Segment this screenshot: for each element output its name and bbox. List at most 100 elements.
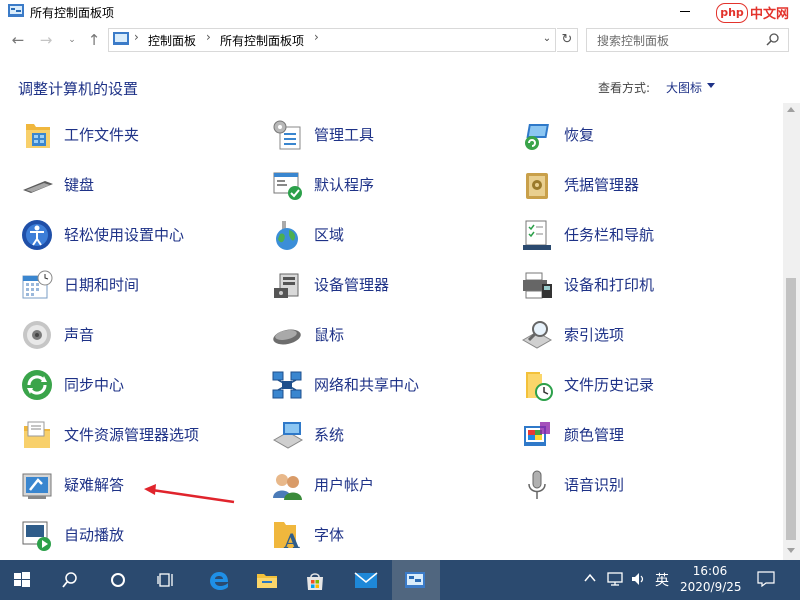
control-panel-item[interactable]: 设备管理器 xyxy=(270,266,510,306)
default-programs-icon xyxy=(273,172,302,200)
system-icon xyxy=(272,422,304,449)
network-sharing-icon xyxy=(272,371,302,399)
date-time-icon xyxy=(22,270,53,299)
forward-button[interactable]: → xyxy=(36,30,56,50)
control-panel-item-label: 任务栏和导航 xyxy=(564,226,655,244)
control-panel-item-label: 语音识别 xyxy=(564,476,625,494)
mouse-icon xyxy=(273,329,301,345)
search-taskbar-button[interactable] xyxy=(48,560,96,600)
control-panel-item[interactable]: 索引选项 xyxy=(520,316,760,356)
control-panel-item-label: 管理工具 xyxy=(314,126,375,144)
store-icon xyxy=(307,573,323,590)
sound-icon xyxy=(23,321,51,349)
control-panel-item-label: 自动播放 xyxy=(64,526,125,544)
network-icon xyxy=(607,572,623,586)
start-button[interactable] xyxy=(0,560,48,600)
control-panel-icon xyxy=(8,4,24,17)
credential-manager-icon xyxy=(526,173,548,199)
breadcrumb-separator[interactable]: › xyxy=(134,30,139,44)
store-button[interactable] xyxy=(292,560,340,600)
control-panel-item[interactable]: 工作文件夹 xyxy=(20,116,260,156)
control-panel-item[interactable]: 默认程序 xyxy=(270,166,510,206)
ease-of-access-icon xyxy=(22,220,52,250)
ime-indicator[interactable]: 英 xyxy=(655,570,669,590)
cortana-button[interactable] xyxy=(96,560,144,600)
address-dropdown-icon[interactable]: ⌄ xyxy=(540,28,554,50)
scroll-up-icon[interactable] xyxy=(787,107,795,112)
control-panel-item[interactable]: 系统 xyxy=(270,416,510,456)
control-panel-item[interactable]: 任务栏和导航 xyxy=(520,216,760,256)
notification-icon[interactable] xyxy=(757,571,775,587)
control-panel-item[interactable]: 日期和时间 xyxy=(20,266,260,306)
refresh-button[interactable]: ↻ xyxy=(557,28,578,52)
control-panel-item[interactable]: 管理工具 xyxy=(270,116,510,156)
control-panel-item-label: 同步中心 xyxy=(64,376,125,394)
control-panel-item[interactable]: 鼠标 xyxy=(270,316,510,356)
minimize-button[interactable] xyxy=(676,2,696,20)
scroll-down-icon[interactable] xyxy=(787,548,795,553)
control-panel-item[interactable]: 轻松使用设置中心 xyxy=(20,216,260,256)
control-panel-item[interactable]: 网络和共享中心 xyxy=(270,366,510,406)
svg-text:A: A xyxy=(283,529,300,552)
network-tray-button[interactable] xyxy=(606,570,624,592)
control-panel-item[interactable]: 颜色管理 xyxy=(520,416,760,456)
mail-button[interactable] xyxy=(342,560,390,600)
control-panel-item-label: 文件历史记录 xyxy=(564,376,655,394)
control-panel-item-label: 鼠标 xyxy=(314,326,345,344)
mail-icon xyxy=(354,572,378,588)
control-panel-item-label: 用户帐户 xyxy=(314,476,375,494)
control-panel-item-label: 字体 xyxy=(314,526,345,544)
task-view-button[interactable] xyxy=(144,560,192,600)
control-panel-item-label: 声音 xyxy=(64,326,95,344)
control-panel-item[interactable]: 用户帐户 xyxy=(270,466,510,506)
search-icon xyxy=(766,33,779,46)
page-title: 调整计算机的设置 xyxy=(18,80,139,98)
control-panel-item[interactable]: 设备和打印机 xyxy=(520,266,760,306)
keyboard-icon xyxy=(23,181,53,193)
control-panel-item[interactable]: 恢复 xyxy=(520,116,760,156)
clock[interactable]: 16:06 2020/9/25 xyxy=(680,563,742,595)
control-panel-item[interactable]: 文件资源管理器选项 xyxy=(20,416,260,456)
control-panel-item-label: 区域 xyxy=(314,226,345,244)
recent-locations-button[interactable]: ⌄ xyxy=(62,30,82,50)
control-panel-item[interactable]: 声音 xyxy=(20,316,260,356)
troubleshooting-icon xyxy=(22,473,52,499)
up-button[interactable]: ↑ xyxy=(84,30,104,50)
address-box[interactable]: › 控制面板 › 所有控制面板项 › xyxy=(108,28,556,52)
watermark-text: 中文网 xyxy=(750,7,790,22)
vertical-scrollbar[interactable] xyxy=(783,103,800,560)
breadcrumb-separator[interactable]: › xyxy=(314,30,319,44)
breadcrumb-all-items[interactable]: 所有控制面板项 xyxy=(220,32,304,49)
scroll-thumb[interactable] xyxy=(786,278,796,540)
control-panel-item[interactable]: 语音识别 xyxy=(520,466,760,506)
control-panel-item[interactable]: 区域 xyxy=(270,216,510,256)
control-panel-item-label: 设备管理器 xyxy=(314,276,390,294)
chevron-down-icon[interactable] xyxy=(707,83,715,88)
back-button[interactable]: ← xyxy=(8,30,28,50)
edge-button[interactable] xyxy=(196,560,244,600)
control-panel-item[interactable]: A 字体 xyxy=(270,516,510,556)
task-view-icon xyxy=(157,573,173,587)
control-panel-item[interactable]: 同步中心 xyxy=(20,366,260,406)
cortana-icon xyxy=(111,573,125,587)
volume-tray-button[interactable] xyxy=(630,570,648,592)
control-panel-item[interactable]: 自动播放 xyxy=(20,516,260,556)
explorer-options-icon xyxy=(24,421,50,448)
control-panel-item[interactable]: 凭据管理器 xyxy=(520,166,760,206)
fonts-icon: A xyxy=(274,522,300,552)
control-panel-item-label: 系统 xyxy=(314,426,345,444)
control-panel-item[interactable]: 文件历史记录 xyxy=(520,366,760,406)
window-title: 所有控制面板项 xyxy=(30,6,115,20)
work-folders-icon xyxy=(26,124,50,148)
breadcrumb-separator[interactable]: › xyxy=(206,30,211,44)
view-by-label: 查看方式: xyxy=(598,81,651,95)
show-hidden-icons-button[interactable] xyxy=(584,570,596,590)
breadcrumb-control-panel[interactable]: 控制面板 xyxy=(148,32,196,49)
search-input[interactable]: 搜索控制面板 xyxy=(586,28,789,52)
file-explorer-button[interactable] xyxy=(244,560,292,600)
control-panel-taskbar-button[interactable] xyxy=(392,560,440,600)
annotation-arrow xyxy=(144,484,235,504)
control-panel-item[interactable]: 键盘 xyxy=(20,166,260,206)
view-by-dropdown[interactable]: 大图标 xyxy=(666,79,702,96)
color-management-icon xyxy=(524,422,550,446)
